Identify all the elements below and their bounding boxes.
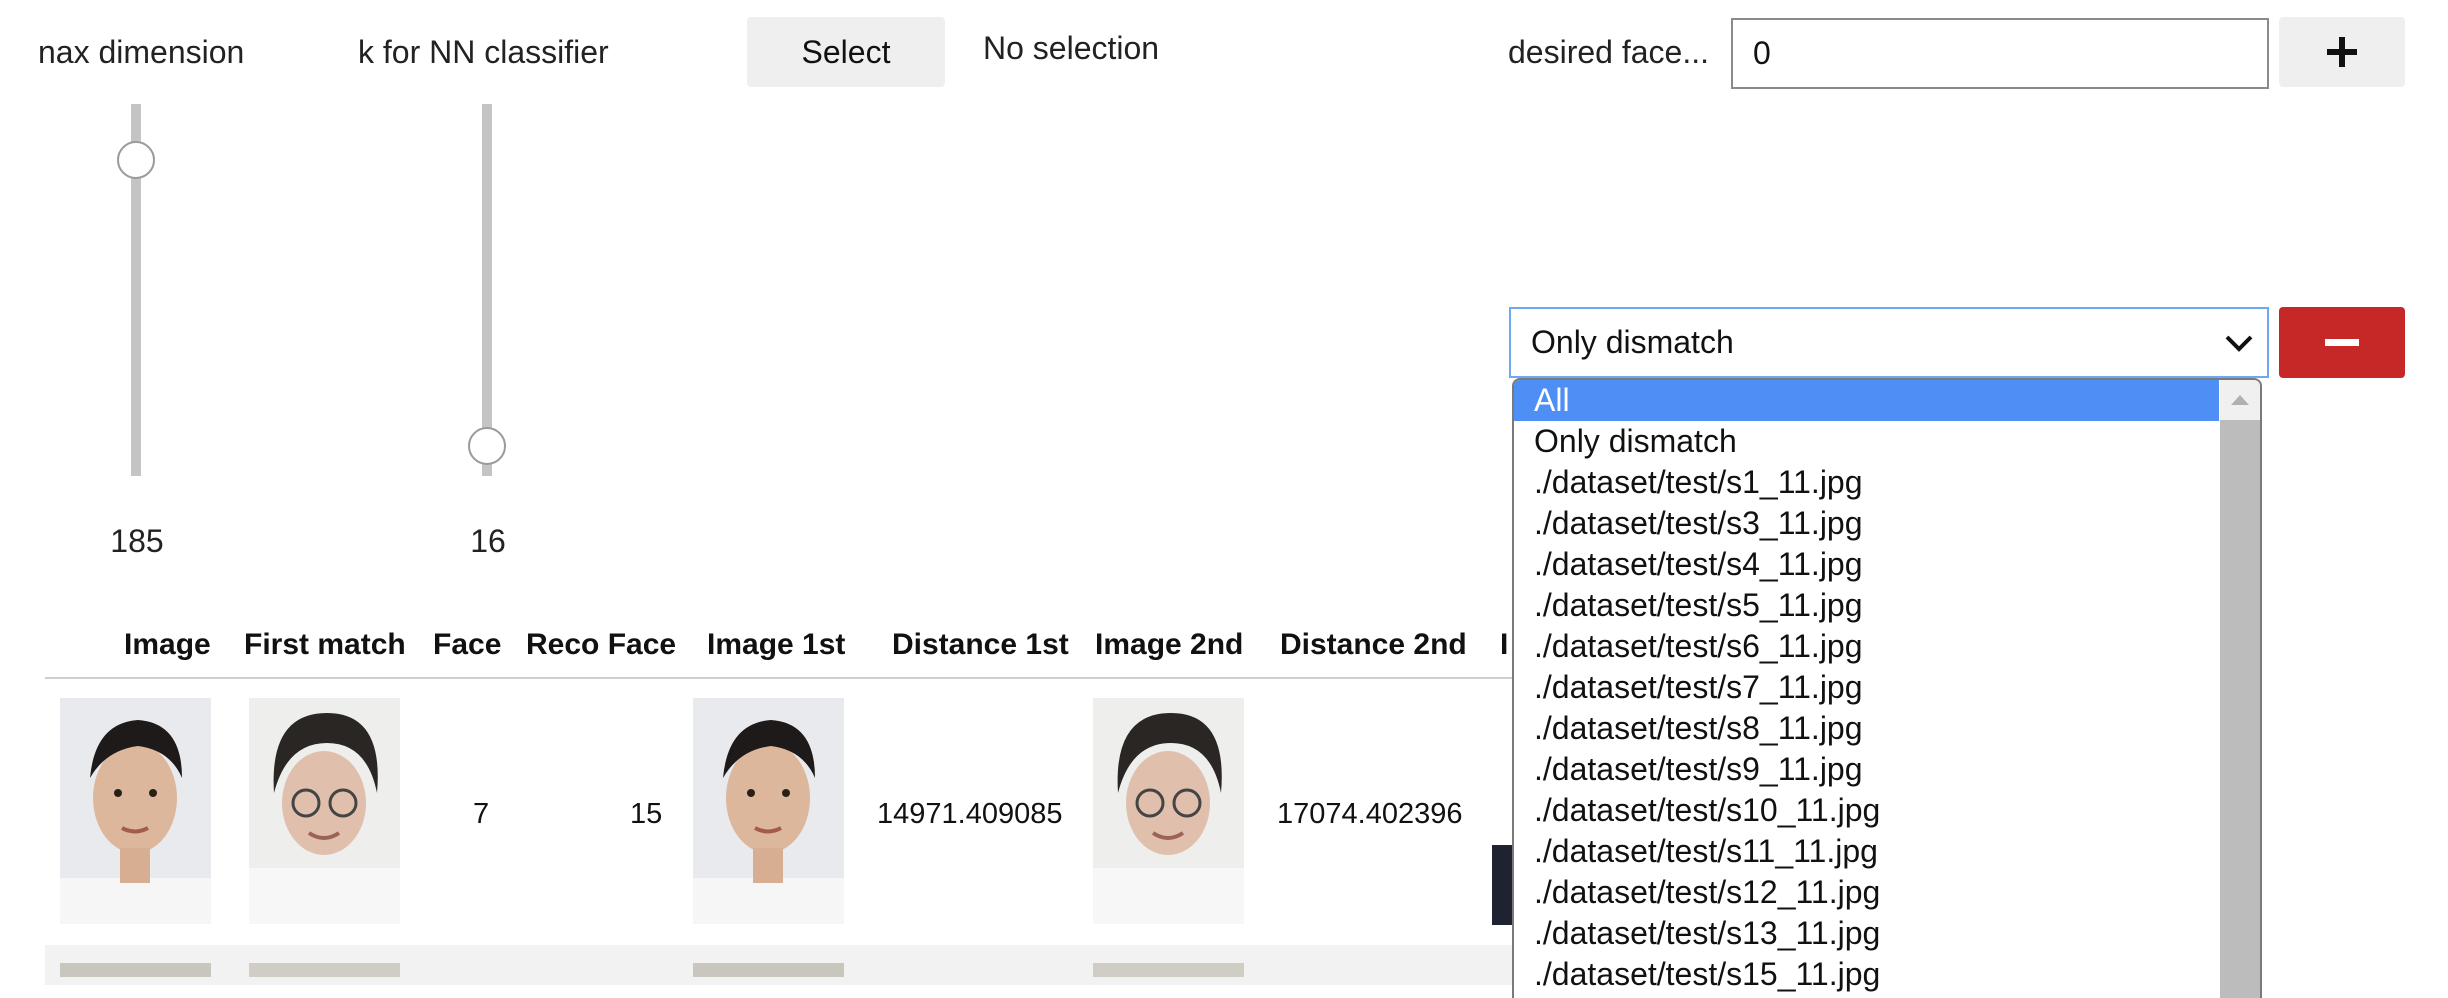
filter-option[interactable]: ./dataset/test/s5_11.jpg — [1514, 585, 2219, 626]
reco-face-value: 15 — [630, 798, 663, 830]
distance-2nd-value: 17074.402396 — [1277, 798, 1463, 830]
minus-icon — [2325, 338, 2359, 346]
image-2nd-thumbnail — [1093, 698, 1244, 924]
filter-option[interactable]: ./dataset/test/s1_11.jpg — [1514, 462, 2219, 503]
select-file-button[interactable]: Select — [747, 17, 945, 87]
image-1st-thumbnail — [693, 963, 844, 977]
filter-select[interactable]: Only dismatch — [1509, 307, 2269, 378]
selection-status: No selection — [983, 30, 1160, 66]
first-match-thumbnail — [249, 698, 400, 924]
filter-option[interactable]: ./dataset/test/s13_11.jpg — [1514, 913, 2219, 954]
chevron-down-icon — [2225, 335, 2253, 352]
filter-option[interactable]: ./dataset/test/s10_11.jpg — [1514, 790, 2219, 831]
filter-option[interactable]: ./dataset/test/s4_11.jpg — [1514, 544, 2219, 585]
remove-button[interactable] — [2279, 307, 2405, 378]
desired-face-label: desired face... — [1508, 34, 1709, 70]
plus-icon — [2327, 37, 2357, 67]
filter-option[interactable]: ./dataset/test/s12_11.jpg — [1514, 872, 2219, 913]
slider-value-max-dimension: 185 — [110, 523, 164, 559]
col-header-reco-face: Reco Face — [526, 628, 677, 661]
face-value: 7 — [473, 798, 490, 830]
image-2nd-thumbnail — [1093, 963, 1244, 977]
slider-track-k-nn[interactable] — [482, 104, 492, 476]
slider-label-k-nn: k for NN classifier — [358, 34, 609, 70]
slider-label-max-dimension: nax dimension — [38, 34, 245, 70]
col-header-face: Face — [433, 628, 502, 661]
dropdown-scrollbar[interactable] — [2220, 380, 2260, 998]
filter-select-value: Only dismatch — [1531, 324, 1734, 360]
desired-face-input[interactable] — [1731, 18, 2269, 89]
image-thumbnail-partial — [1492, 845, 1512, 925]
col-header-image-1st: Image 1st — [707, 628, 846, 661]
scroll-up-icon[interactable] — [2220, 380, 2260, 420]
table-header-divider — [45, 677, 1515, 679]
col-header-truncated: I — [1500, 628, 1509, 661]
filter-dropdown-list[interactable]: All Only dismatch ./dataset/test/s1_11.jpg… — [1512, 378, 2262, 998]
image-thumbnail — [60, 698, 211, 924]
filter-option[interactable]: Only dismatch — [1514, 421, 2219, 462]
filter-option[interactable]: ./dataset/test/s15_11.jpg — [1514, 954, 2219, 995]
filter-option[interactable]: ./dataset/test/s7_11.jpg — [1514, 667, 2219, 708]
filter-option[interactable]: ./dataset/test/s3_11.jpg — [1514, 503, 2219, 544]
filter-option[interactable]: All — [1514, 380, 2219, 421]
image-1st-thumbnail — [693, 698, 844, 924]
distance-1st-value: 14971.409085 — [877, 798, 1063, 830]
col-header-first-match: First match — [244, 628, 406, 661]
first-match-thumbnail — [249, 963, 400, 977]
slider-handle-k-nn[interactable] — [468, 427, 506, 465]
filter-option[interactable]: ./dataset/test/s11_11.jpg — [1514, 831, 2219, 872]
slider-handle-max-dimension[interactable] — [117, 141, 155, 179]
filter-option[interactable]: ./dataset/test/s8_11.jpg — [1514, 708, 2219, 749]
add-button[interactable] — [2279, 17, 2405, 87]
slider-value-k-nn: 16 — [470, 523, 506, 559]
col-header-image-2nd: Image 2nd — [1095, 628, 1244, 661]
col-header-image: Image — [124, 628, 211, 661]
col-header-distance-1st: Distance 1st — [892, 628, 1069, 661]
image-thumbnail — [60, 963, 211, 977]
col-header-distance-2nd: Distance 2nd — [1280, 628, 1467, 661]
filter-option[interactable]: ./dataset/test/s6_11.jpg — [1514, 626, 2219, 667]
filter-option[interactable]: ./dataset/test/s9_11.jpg — [1514, 749, 2219, 790]
filter-options: All Only dismatch ./dataset/test/s1_11.jpg… — [1514, 380, 2260, 995]
